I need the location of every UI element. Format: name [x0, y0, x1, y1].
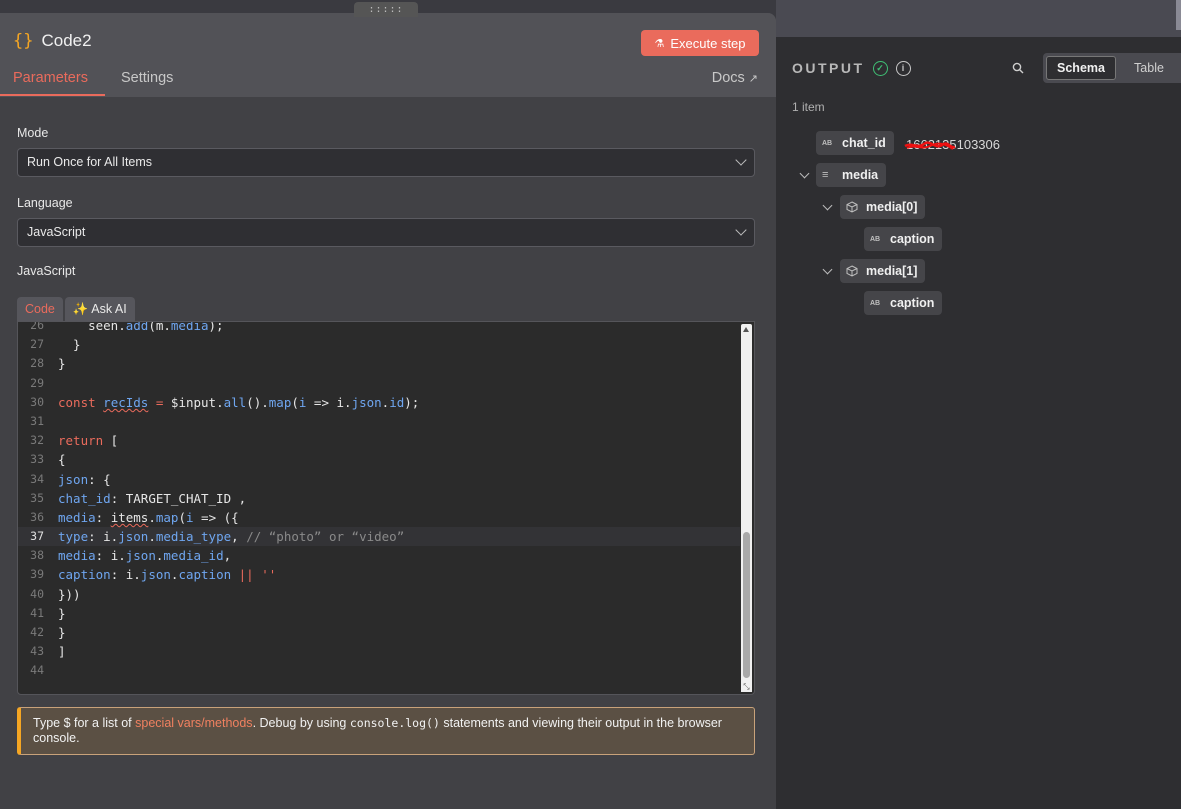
code-line: 33{ [30, 452, 66, 468]
code-line: 44 [30, 663, 44, 678]
code-line: 29 [30, 375, 44, 390]
collapse-chevron-icon[interactable] [822, 200, 833, 211]
schema-view-button[interactable]: Schema [1046, 56, 1116, 80]
info-icon[interactable]: i [895, 60, 911, 76]
collapse-chevron-icon[interactable] [822, 264, 833, 275]
search-icon[interactable] [1012, 62, 1024, 74]
schema-field-media-0[interactable]: media[0] [840, 195, 926, 219]
schema-field-caption[interactable]: AB caption [864, 227, 943, 251]
code-label: JavaScript [17, 264, 76, 278]
docs-link[interactable]: Docs ↗ [712, 70, 758, 86]
table-view-button[interactable]: Table [1121, 56, 1177, 80]
mode-value: Run Once for All Items [27, 155, 153, 169]
code-line: 32 return [ [30, 433, 119, 449]
schema-field-chat-id[interactable]: AB chat_id [816, 131, 894, 155]
active-tab-indicator [0, 94, 105, 96]
resize-handle-icon[interactable]: ⤡ [741, 681, 752, 692]
field-name: chat_id [842, 136, 886, 150]
schema-field-media-1[interactable]: media[1] [840, 259, 926, 283]
panel-header: {} Code2 ⚗ Execute step Parameters Setti… [0, 13, 776, 97]
language-value: JavaScript [27, 225, 86, 239]
code-line: 41} [30, 605, 66, 621]
output-panel: OUTPUT ✓ i Schema Table 1 item AB chat_i… [776, 37, 1181, 809]
code-line: 26 seen.add(m.media); [30, 321, 224, 333]
field-name: caption [890, 296, 935, 310]
object-cube-icon [846, 265, 866, 277]
object-cube-icon [846, 201, 866, 213]
code-tabs: Code ✨ Ask AI [17, 297, 135, 321]
code-line-current: 37 type: i.json.media_type, // “photo” or… [18, 527, 740, 547]
console-log-code: console.log() [349, 716, 440, 730]
language-label: Language [17, 196, 73, 210]
tab-parameters[interactable]: Parameters [13, 70, 88, 86]
node-panel: {} Code2 ⚗ Execute step Parameters Setti… [0, 13, 776, 809]
docs-label: Docs [711, 70, 745, 86]
execute-step-button[interactable]: ⚗ Execute step [641, 30, 759, 56]
code-line: 31 [30, 413, 44, 428]
success-check-icon: ✓ [872, 60, 888, 76]
string-type-icon: AB [870, 299, 881, 307]
tab-code[interactable]: Code [17, 297, 63, 321]
code-line: 39 caption: i.json.caption || '' [30, 567, 277, 583]
chevron-down-icon [735, 154, 747, 166]
editor-scrollbar[interactable] [741, 324, 752, 692]
code-line: 42} [30, 625, 66, 640]
mode-label: Mode [17, 126, 49, 140]
output-title: OUTPUT [792, 60, 865, 76]
panel-drag-handle[interactable]: ::::: [354, 2, 418, 17]
node-title[interactable]: Code2 [41, 31, 91, 51]
code-line: 40})) [30, 586, 81, 602]
tab-settings[interactable]: Settings [121, 70, 173, 86]
schema-field-media[interactable]: ≡ media [816, 163, 887, 187]
code-line: 43] [30, 644, 66, 660]
tab-ask-ai[interactable]: ✨ Ask AI [64, 297, 135, 321]
string-type-icon: AB [870, 235, 881, 243]
item-count: 1 item [792, 100, 825, 114]
hint-text: . Debug by using [252, 716, 350, 730]
execute-step-label: Execute step [670, 35, 746, 51]
code-lines[interactable]: 26 seen.add(m.media); 27 } 28} 29 30 cons… [18, 321, 740, 681]
code-line: 38 media: i.json.media_id, [30, 548, 232, 564]
panel-tabs: Parameters Settings Docs ↗ [0, 63, 776, 97]
field-name: media [842, 168, 879, 182]
string-type-icon: AB [822, 139, 833, 147]
field-name: caption [890, 232, 935, 246]
code-line: 27 } [30, 337, 81, 353]
language-select[interactable]: JavaScript [17, 218, 755, 247]
hint-text: Type $ for a list of [33, 716, 136, 730]
array-type-icon: ≡ [822, 169, 829, 181]
view-toggle: Schema Table [1043, 53, 1181, 83]
scrollbar-thumb[interactable] [743, 532, 750, 678]
redaction-scribble [904, 141, 956, 150]
code-hint-notice: Type $ for a list of special vars/method… [17, 707, 755, 755]
code-line: 30 const recIds = $input.all().map(i => i… [30, 394, 420, 410]
parameters-body: Mode Run Once for All Items Language Jav… [0, 97, 776, 809]
code-line: 36 media: items.map(i => ({ [30, 509, 239, 525]
flask-icon: ⚗ [654, 37, 665, 50]
collapse-chevron-icon[interactable] [799, 168, 810, 179]
scroll-up-arrow-icon[interactable] [743, 327, 749, 332]
code-line: 28} [30, 356, 66, 372]
code-line: 35 chat_id: TARGET_CHAT_ID , [30, 490, 247, 506]
field-name: media[1] [866, 264, 918, 278]
mode-select[interactable]: Run Once for All Items [17, 148, 755, 177]
code-line: 34 json: { [30, 471, 111, 487]
field-name: media[0] [866, 200, 918, 214]
external-link-icon: ↗ [748, 72, 758, 85]
schema-field-caption[interactable]: AB caption [864, 291, 943, 315]
code-braces-icon: {} [13, 31, 34, 51]
output-header: OUTPUT ✓ i [792, 60, 911, 76]
chevron-down-icon [735, 224, 747, 236]
special-vars-link[interactable]: special vars/methods [135, 716, 252, 730]
code-editor[interactable]: 26 seen.add(m.media); 27 } 28} 29 30 cons… [17, 321, 755, 695]
canvas-background [776, 0, 1181, 37]
